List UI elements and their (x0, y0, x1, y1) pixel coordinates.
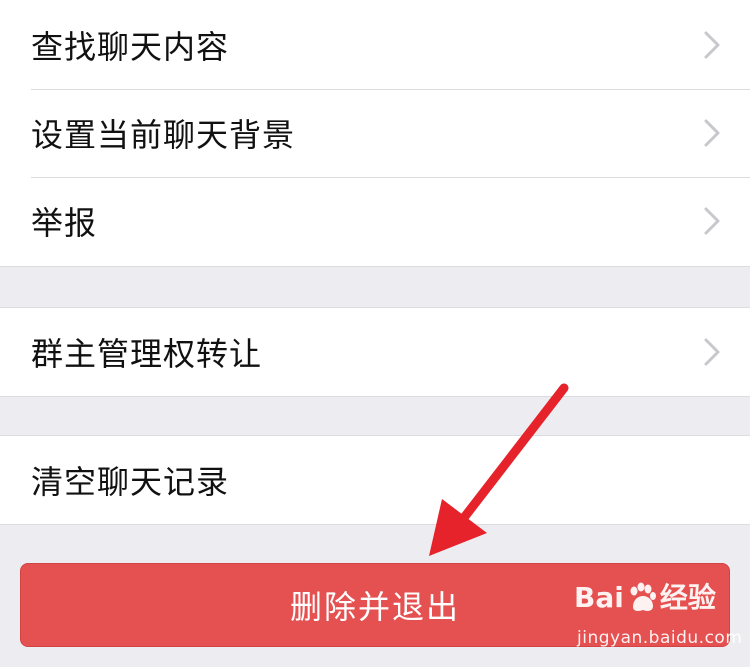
row-label: 查找聊天内容 (31, 27, 230, 66)
transfer-group-owner-row[interactable]: 群主管理权转让 (0, 308, 750, 396)
set-chat-background-row[interactable]: 设置当前聊天背景 (0, 89, 750, 177)
search-chat-content-row[interactable]: 查找聊天内容 (0, 0, 750, 89)
chevron-right-icon (702, 118, 722, 148)
settings-group-3: 清空聊天记录 (0, 435, 750, 525)
row-label: 举报 (31, 204, 98, 242)
row-label: 群主管理权转让 (31, 335, 263, 373)
report-row[interactable]: 举报 (0, 177, 750, 265)
chevron-right-icon (702, 206, 722, 236)
settings-group-1: 查找聊天内容 设置当前聊天背景 举报 (0, 0, 750, 267)
settings-group-2: 群主管理权转让 (0, 307, 750, 397)
chevron-right-icon (702, 30, 722, 60)
row-label: 设置当前聊天背景 (31, 116, 296, 154)
delete-and-exit-button[interactable]: 删除并退出 (20, 563, 730, 647)
clear-chat-history-row[interactable]: 清空聊天记录 (0, 436, 750, 524)
chevron-right-icon (702, 337, 722, 367)
delete-and-exit-label: 删除并退出 (289, 588, 460, 626)
row-label: 清空聊天记录 (31, 463, 230, 501)
